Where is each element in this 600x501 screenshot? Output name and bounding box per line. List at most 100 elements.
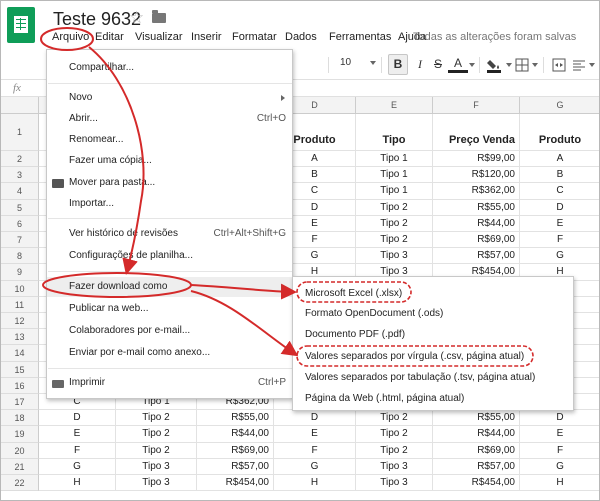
borders-icon[interactable] [512,54,532,75]
italic-button[interactable]: I [410,54,430,75]
menu-item-renomear[interactable]: Renomear... [47,130,292,150]
download-xlsx-item[interactable]: Microsoft Excel (.xlsx) [293,284,573,304]
table-cell[interactable]: R$44,00 [433,215,520,232]
table-cell[interactable]: R$55,00 [433,410,520,427]
table-cell[interactable]: R$55,00 [197,410,274,427]
star-icon[interactable]: ☆ [129,8,144,28]
menu-dados[interactable]: Dados [285,31,317,43]
table-cell[interactable]: Tipo 2 [356,410,433,427]
table-cell[interactable]: E [39,426,116,443]
table-cell[interactable]: Tipo 2 [356,215,433,232]
row-header[interactable]: 17 [1,394,39,411]
folder-icon[interactable] [152,10,166,23]
document-title[interactable]: Teste 9632 [53,9,141,30]
row-header[interactable]: 15 [1,361,39,378]
column-title-cell[interactable]: Preço Venda [433,114,520,151]
merge-cells-icon[interactable] [549,54,569,75]
row-header[interactable]: 16 [1,377,39,394]
row-header[interactable]: 1 [1,114,39,151]
table-cell[interactable]: G [520,459,599,475]
bold-button[interactable]: B [388,54,408,75]
row-header[interactable]: 10 [1,280,39,297]
table-cell[interactable]: R$69,00 [433,232,520,249]
table-cell[interactable]: E [520,216,599,232]
table-cell[interactable]: H [39,475,116,492]
menu-formatar[interactable]: Formatar [232,31,277,43]
table-cell[interactable]: R$362,00 [433,183,520,200]
sheets-logo-icon[interactable] [7,7,35,43]
table-cell[interactable]: Tipo 1 [356,183,433,200]
menu-editar[interactable]: Editar [95,31,124,43]
text-color-button[interactable]: A [448,54,468,73]
table-cell[interactable]: Tipo 3 [116,458,197,475]
table-cell[interactable]: D [39,410,116,427]
menu-item-compartilhar[interactable]: Compartilhar... [47,58,292,78]
table-cell[interactable]: Tipo 2 [356,426,433,443]
table-cell[interactable]: R$55,00 [433,199,520,216]
menu-item-fazer-copia[interactable]: Fazer uma cópia... [47,151,292,171]
menu-ferramentas[interactable]: Ferramentas [329,31,391,43]
download-tsv-item[interactable]: Valores separados por tabulação (.tsv, p… [293,368,573,388]
menu-item-publicar[interactable]: Publicar na web... [47,299,292,319]
column-header-f[interactable]: F [433,97,520,114]
menu-item-fazer-download[interactable]: Fazer download como [47,277,292,297]
column-title-cell[interactable]: Produto [520,114,599,151]
table-cell[interactable]: R$69,00 [433,442,520,459]
table-cell[interactable]: G [39,458,116,475]
corner-header[interactable] [1,97,39,114]
table-cell[interactable]: F [520,232,599,249]
menu-inserir[interactable]: Inserir [191,31,222,43]
row-header[interactable]: 9 [1,264,39,281]
table-cell[interactable]: Tipo 2 [116,442,197,459]
download-html-item[interactable]: Página da Web (.html, página atual) [293,389,573,409]
table-cell[interactable]: G [274,458,356,475]
row-header[interactable]: 14 [1,345,39,362]
table-cell[interactable]: F [520,443,599,459]
download-ods-item[interactable]: Formato OpenDocument (.ods) [293,304,573,324]
table-cell[interactable]: A [520,151,599,168]
table-cell[interactable]: G [520,248,599,265]
row-header[interactable]: 2 [1,151,39,168]
row-header[interactable]: 11 [1,296,39,313]
row-header[interactable]: 21 [1,458,39,475]
table-cell[interactable]: Tipo 1 [356,151,433,168]
table-cell[interactable]: Tipo 3 [356,458,433,475]
table-cell[interactable]: Tipo 1 [356,167,433,184]
download-pdf-item[interactable]: Documento PDF (.pdf) [293,325,573,345]
row-header[interactable]: 13 [1,329,39,346]
table-cell[interactable]: Tipo 2 [116,410,197,427]
table-cell[interactable]: F [274,442,356,459]
table-cell[interactable]: R$120,00 [433,167,520,184]
strikethrough-button[interactable]: S [428,54,448,75]
table-cell[interactable]: Tipo 2 [116,426,197,443]
table-cell[interactable]: R$69,00 [197,442,274,459]
table-cell[interactable]: Tipo 2 [356,199,433,216]
row-header[interactable]: 19 [1,426,39,443]
table-cell[interactable]: R$44,00 [433,426,520,443]
column-header-g[interactable]: G [520,97,599,114]
fill-color-icon[interactable] [484,54,504,75]
table-cell[interactable]: H [274,475,356,492]
menu-item-importar[interactable]: Importar... [47,194,292,214]
menu-item-colaboradores[interactable]: Colaboradores por e-mail... [47,321,292,341]
table-cell[interactable]: Tipo 2 [356,232,433,249]
row-header[interactable]: 4 [1,183,39,200]
menu-visualizar[interactable]: Visualizar [135,31,183,43]
menu-arquivo[interactable]: Arquivo [52,31,89,43]
row-header[interactable]: 18 [1,410,39,427]
column-header-e[interactable]: E [356,97,433,114]
align-left-icon[interactable] [569,54,589,75]
download-csv-item[interactable]: Valores separados por vírgula (.csv, pág… [293,347,573,367]
row-header[interactable]: 3 [1,167,39,184]
table-cell[interactable]: Tipo 3 [356,248,433,265]
table-cell[interactable]: H [520,475,599,492]
table-cell[interactable]: R$454,00 [433,475,520,492]
row-header[interactable]: 8 [1,248,39,265]
table-cell[interactable]: R$99,00 [433,151,520,168]
menu-item-mover-pasta[interactable]: Mover para pasta... [47,173,292,193]
table-cell[interactable]: D [520,410,599,427]
menu-item-historico[interactable]: Ver histórico de revisões Ctrl+Alt+Shift+… [47,224,292,244]
menu-item-configuracoes[interactable]: Configurações de planilha... [47,246,292,266]
row-header[interactable]: 5 [1,199,39,216]
table-cell[interactable]: R$57,00 [433,248,520,265]
